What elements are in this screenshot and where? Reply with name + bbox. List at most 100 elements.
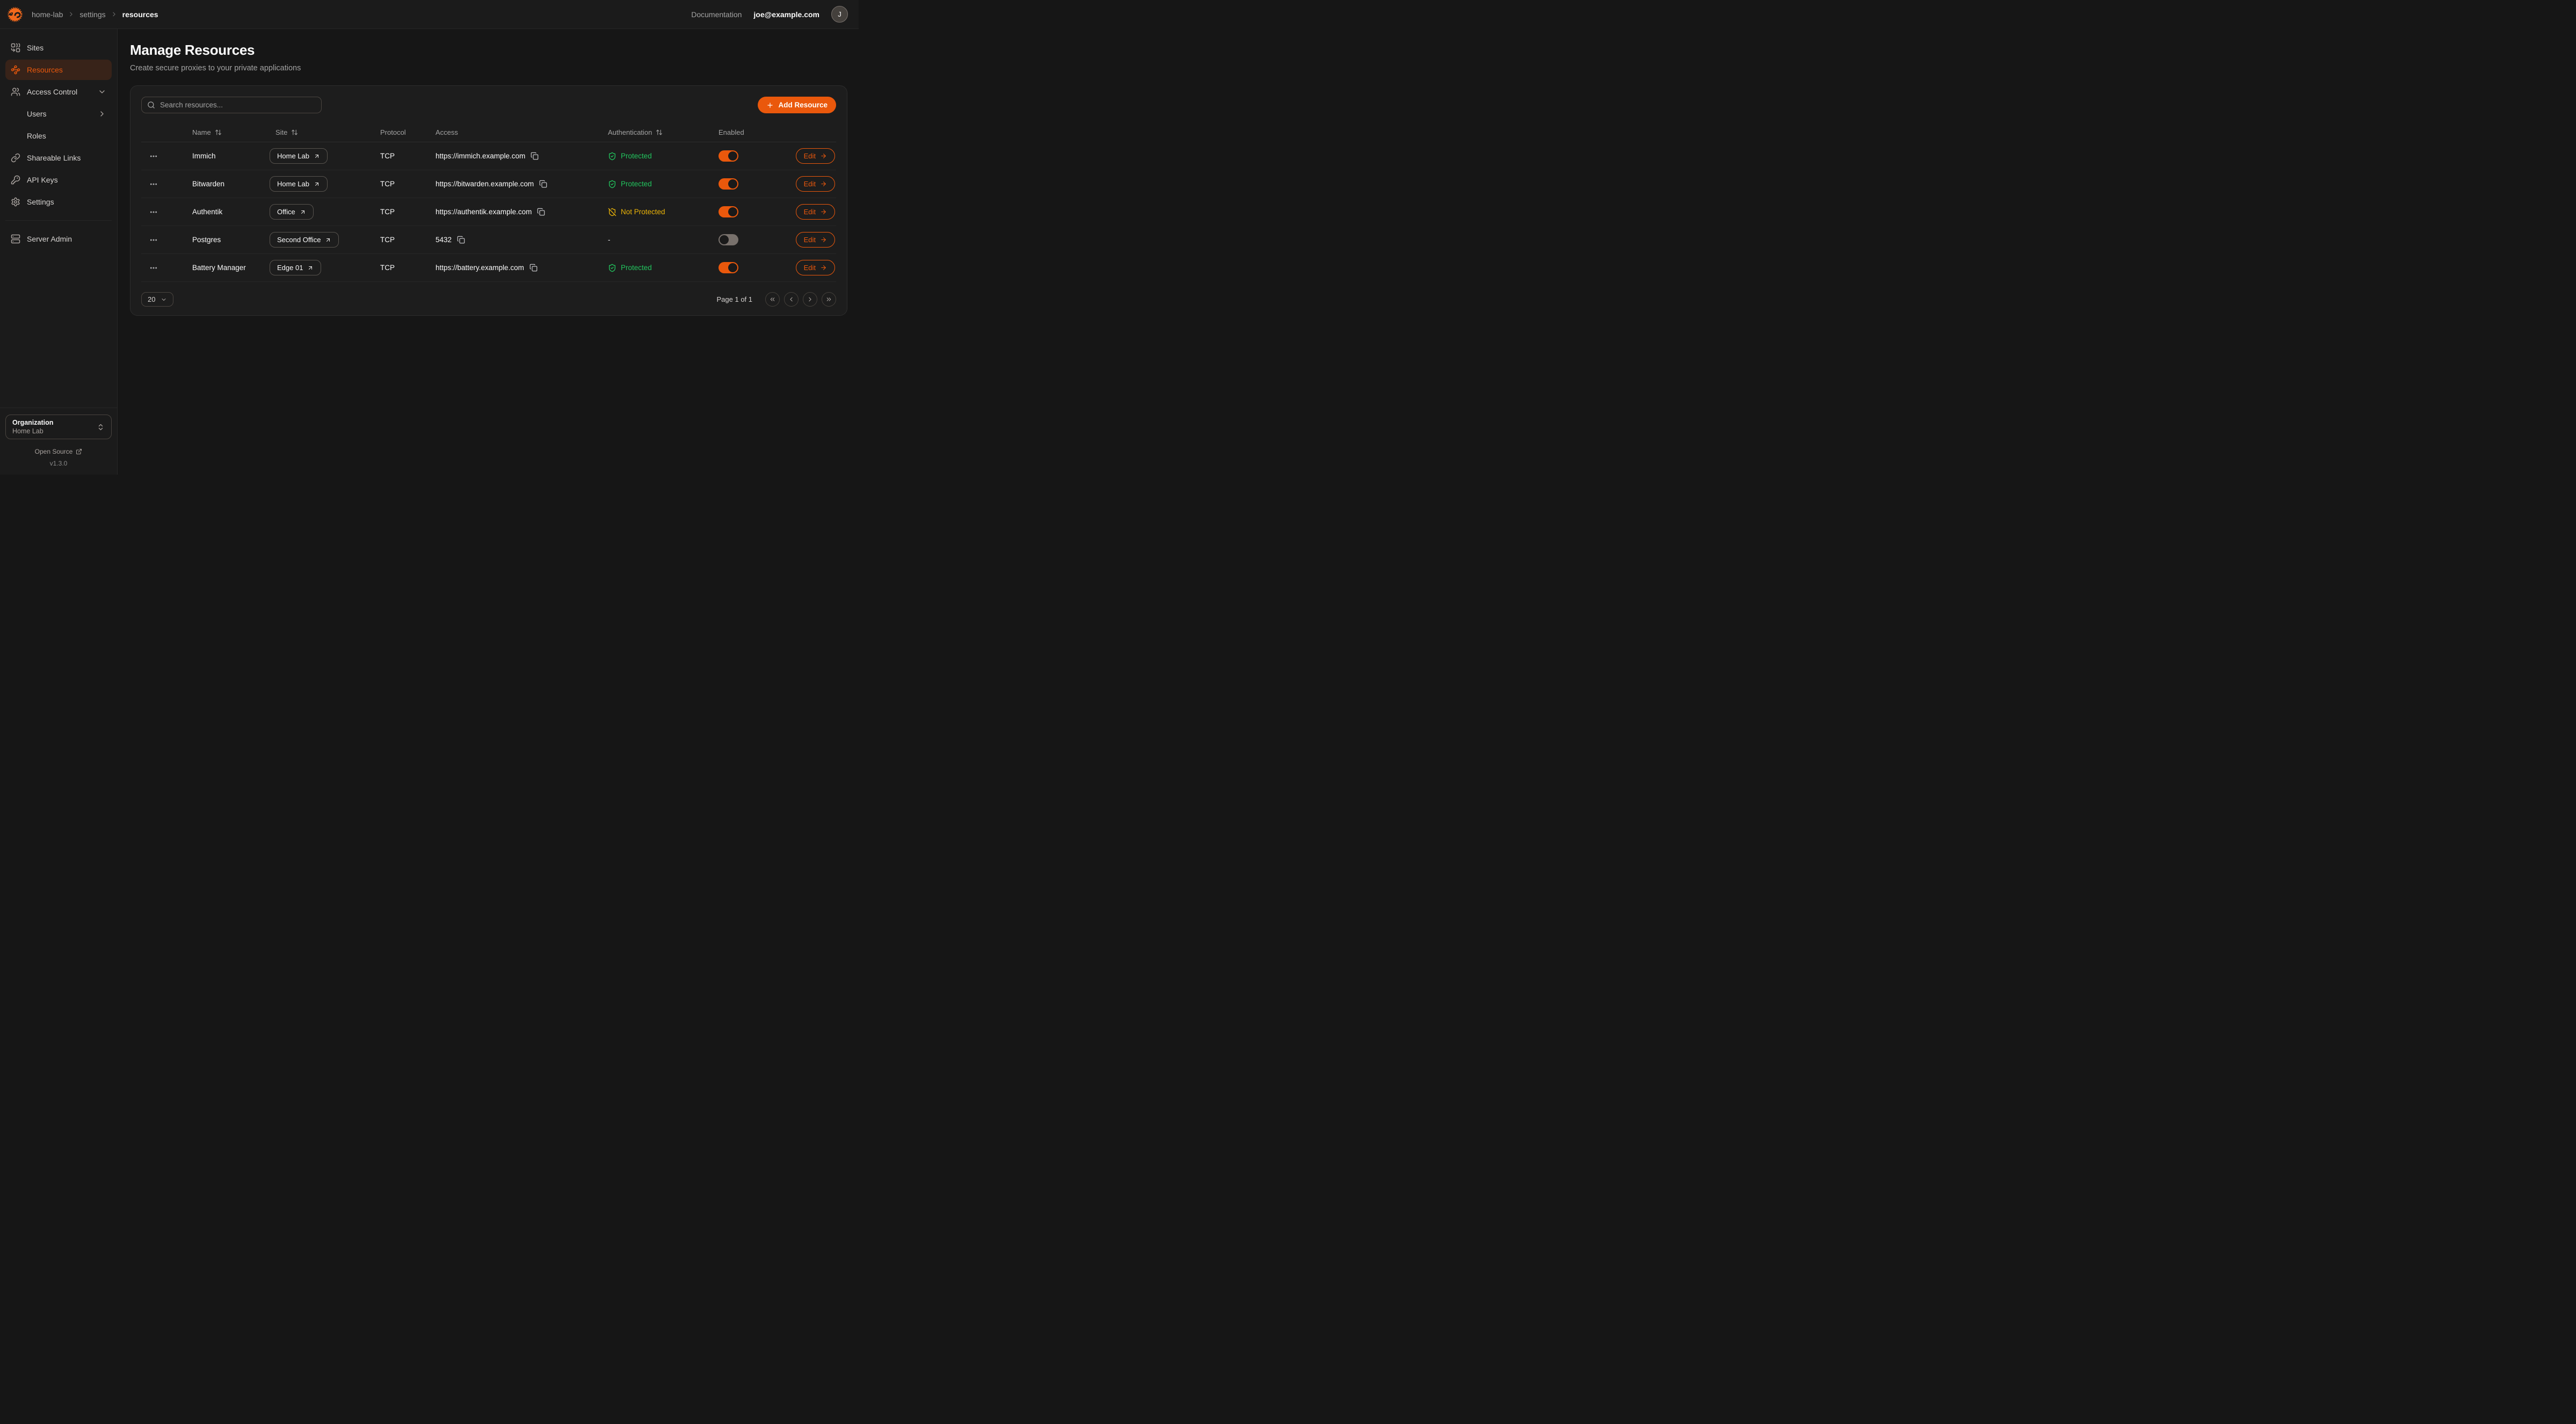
- page-size-select[interactable]: 20: [141, 292, 173, 307]
- row-menu-button[interactable]: [141, 236, 184, 244]
- site-link[interactable]: Home Lab: [270, 176, 328, 192]
- search-input[interactable]: [141, 97, 322, 113]
- add-resource-label: Add Resource: [778, 101, 828, 109]
- documentation-link[interactable]: Documentation: [691, 10, 742, 19]
- column-label: Authentication: [608, 128, 652, 136]
- sidebar-item-server-admin[interactable]: Server Admin: [5, 229, 112, 249]
- shield-check-icon: [608, 152, 616, 161]
- site-name: Edge 01: [277, 264, 303, 272]
- copy-button[interactable]: [457, 236, 465, 244]
- enabled-toggle[interactable]: [719, 234, 738, 245]
- sidebar-item-api-keys[interactable]: API Keys: [5, 170, 112, 190]
- chevrons-right-icon: [825, 296, 832, 303]
- add-resource-button[interactable]: Add Resource: [758, 97, 836, 113]
- site-link[interactable]: Edge 01: [270, 260, 321, 275]
- shield-check-icon: [608, 180, 616, 188]
- row-menu-button[interactable]: [141, 180, 184, 188]
- avatar[interactable]: J: [831, 6, 848, 23]
- resource-name: Bitwarden: [184, 180, 267, 188]
- shield-off-icon: [608, 208, 616, 216]
- avatar-initial: J: [838, 10, 841, 18]
- auth-status: Protected: [600, 152, 710, 161]
- access-url: 5432: [436, 236, 452, 244]
- sidebar-item-access-control[interactable]: Access Control: [5, 82, 112, 102]
- site-link[interactable]: Second Office: [270, 232, 339, 248]
- ellipsis-icon: [149, 236, 158, 244]
- last-page-button[interactable]: [822, 292, 836, 307]
- copy-button[interactable]: [539, 180, 547, 188]
- sidebar-item-shareable-links[interactable]: Shareable Links: [5, 148, 112, 168]
- copy-icon: [539, 180, 547, 188]
- sidebar-item-label: Access Control: [27, 88, 91, 96]
- server-icon: [11, 234, 20, 244]
- key-icon: [11, 175, 20, 185]
- edit-button[interactable]: Edit: [796, 176, 835, 192]
- auth-status-label: Not Protected: [621, 208, 665, 216]
- copy-button[interactable]: [529, 264, 538, 272]
- next-page-button[interactable]: [803, 292, 817, 307]
- copy-button[interactable]: [531, 152, 539, 160]
- breadcrumb-org[interactable]: home-lab: [32, 10, 63, 19]
- edit-button[interactable]: Edit: [796, 260, 835, 275]
- edit-button[interactable]: Edit: [796, 204, 835, 220]
- arrow-up-right-icon: [300, 209, 306, 215]
- prev-page-button[interactable]: [784, 292, 799, 307]
- resources-card: Add Resource Name Site Protocol Access: [130, 85, 847, 316]
- resource-name: Battery Manager: [184, 264, 267, 272]
- site-link[interactable]: Office: [270, 204, 314, 220]
- chevron-right-icon: [98, 110, 106, 118]
- sidebar-item-label: Server Admin: [27, 235, 106, 243]
- copy-icon: [537, 208, 545, 216]
- table-toolbar: Add Resource: [141, 97, 836, 113]
- copy-button[interactable]: [537, 208, 545, 216]
- resources-table: Name Site Protocol Access Authentication…: [141, 123, 836, 282]
- topbar-left: home-lab settings resources: [7, 6, 158, 23]
- sidebar-item-settings[interactable]: Settings: [5, 192, 112, 212]
- enabled-toggle[interactable]: [719, 206, 738, 217]
- column-name[interactable]: Name: [184, 128, 267, 136]
- users-group-icon: [11, 87, 20, 97]
- first-page-button[interactable]: [765, 292, 780, 307]
- arrow-right-icon: [820, 208, 827, 215]
- row-menu-button[interactable]: [141, 264, 184, 272]
- edit-label: Edit: [804, 236, 816, 244]
- column-authentication[interactable]: Authentication: [600, 128, 710, 136]
- edit-button[interactable]: Edit: [796, 148, 835, 164]
- edit-button[interactable]: Edit: [796, 232, 835, 248]
- access-url: https://bitwarden.example.com: [436, 180, 534, 188]
- sidebar-item-users[interactable]: Users: [5, 104, 112, 124]
- column-label: Protocol: [380, 128, 406, 136]
- resource-row: Battery Manager Edge 01 TCP https://batt…: [141, 254, 836, 282]
- column-site[interactable]: Site: [267, 128, 372, 136]
- ellipsis-icon: [149, 264, 158, 272]
- user-email-menu[interactable]: joe@example.com: [753, 10, 819, 19]
- sidebar-divider: [5, 220, 112, 221]
- site-link[interactable]: Home Lab: [270, 148, 328, 164]
- sidebar-item-roles[interactable]: Roles: [5, 126, 112, 146]
- row-menu-button[interactable]: [141, 208, 184, 216]
- breadcrumb-current: resources: [122, 10, 158, 19]
- arrow-right-icon: [820, 236, 827, 243]
- search-box: [141, 97, 322, 113]
- app-root: home-lab settings resources Documentatio…: [0, 0, 859, 475]
- row-menu-button[interactable]: [141, 152, 184, 161]
- auth-status: -: [600, 236, 710, 244]
- breadcrumb-settings[interactable]: settings: [79, 10, 105, 19]
- protocol-value: TCP: [372, 236, 427, 244]
- sidebar-item-sites[interactable]: Sites: [5, 38, 112, 58]
- table-header: Name Site Protocol Access Authentication…: [141, 123, 836, 142]
- chevrons-up-down-icon: [97, 423, 105, 431]
- page-title: Manage Resources: [130, 42, 847, 59]
- arrow-up-right-icon: [325, 237, 331, 243]
- enabled-toggle[interactable]: [719, 150, 738, 162]
- toggle-knob: [728, 151, 737, 161]
- topbar: home-lab settings resources Documentatio…: [0, 0, 859, 29]
- enabled-toggle[interactable]: [719, 178, 738, 190]
- copy-icon: [457, 236, 465, 244]
- auth-status: Not Protected: [600, 208, 710, 216]
- auth-status-label: Protected: [621, 264, 652, 272]
- open-source-link[interactable]: Open Source: [35, 448, 83, 455]
- sidebar-item-resources[interactable]: Resources: [5, 60, 112, 80]
- enabled-toggle[interactable]: [719, 262, 738, 273]
- org-switcher[interactable]: Organization Home Lab: [5, 415, 112, 439]
